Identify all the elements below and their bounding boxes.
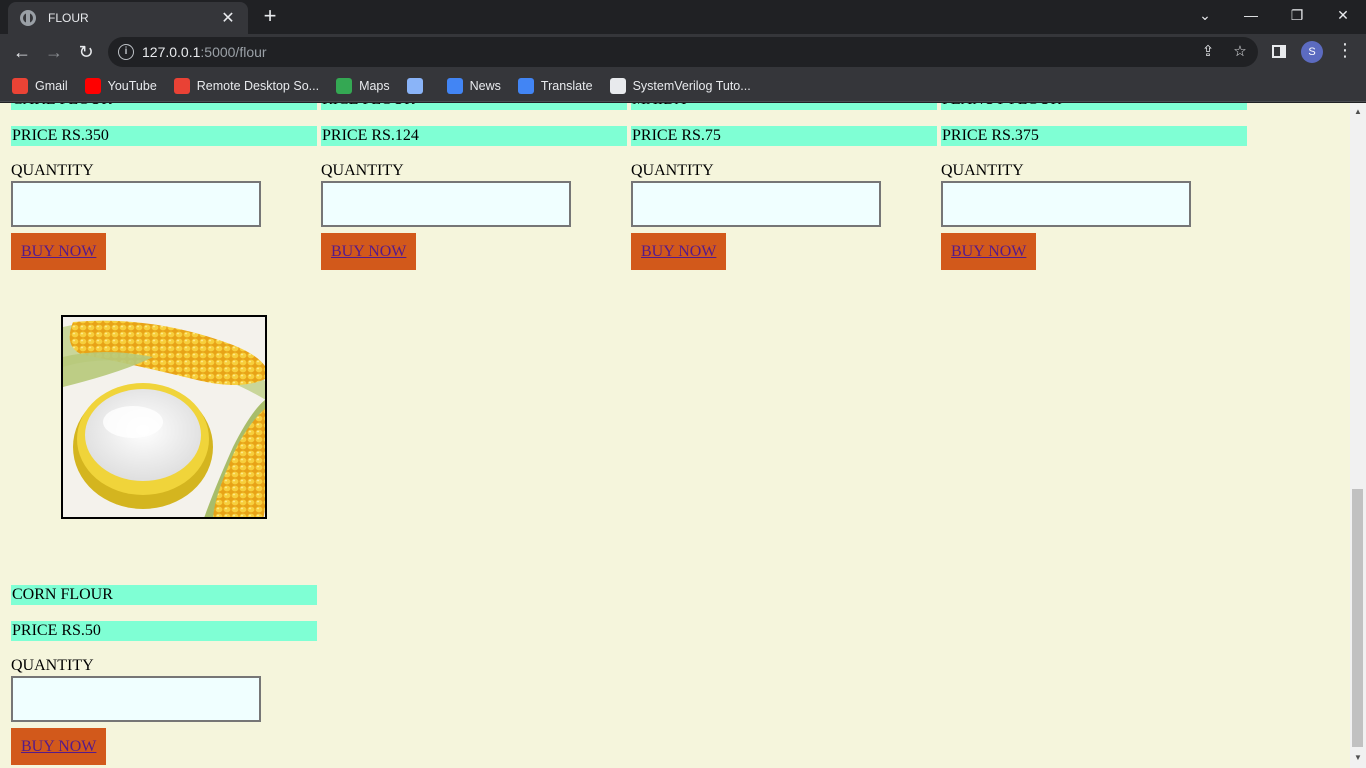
cake-flour-price: PRICE RS.350 [11,126,317,146]
maida-name: MAIDA [631,103,937,110]
rice-flour-quantity-label: QUANTITY [321,162,404,179]
rice-flour-buy-now-button[interactable]: BUY NOW [321,233,417,270]
scroll-up-icon[interactable]: ▲ [1354,107,1362,116]
bookmark-star-icon[interactable]: ☆ [1230,42,1250,60]
bookmark-item[interactable]: YouTube [84,77,157,94]
scrollbar-thumb[interactable] [1352,489,1363,747]
peanut-flour-quantity-label: QUANTITY [941,162,1024,179]
share-icon[interactable]: ⇪ [1198,42,1218,60]
forward-icon[interactable]: → [42,40,66,64]
profile-avatar[interactable]: S [1301,41,1323,63]
bookmark-label: Remote Desktop So... [196,78,320,93]
peanut-flour-name: PEANUT FLOUR [941,103,1247,110]
corn-flour-price: PRICE RS.50 [11,621,317,641]
corn-flour-name: CORN FLOUR [11,585,317,605]
browser-toolbar: ← → ↻ i 127.0.0.1:5000/flour ⇪ ☆ S ⋮ [0,34,1366,70]
corn-flour-image [61,315,267,519]
gmail-icon [12,77,28,94]
url-host: 127.0.0.1 [142,44,201,60]
bookmark-app-icon [406,77,423,94]
corn-flour-buy-now-button[interactable]: BUY NOW [11,728,107,765]
url-path: :5000/flour [200,44,267,60]
chip-icon [609,77,626,94]
address-bar[interactable]: i 127.0.0.1:5000/flour ⇪ ☆ [108,37,1258,67]
tab-search-icon[interactable]: ⌄ [1190,4,1220,28]
restore-icon[interactable]: ❐ [1282,4,1312,28]
rice-flour-price: PRICE RS.124 [321,126,627,146]
cake-flour-quantity-input[interactable] [11,181,261,227]
maida-buy-now-button[interactable]: BUY NOW [631,233,727,270]
close-window-icon[interactable]: ✕ [1328,4,1358,28]
news-icon [446,77,463,94]
bookmark-item[interactable]: News [446,77,501,94]
peanut-flour-quantity-input[interactable] [941,181,1191,227]
maida-quantity-label: QUANTITY [631,162,714,179]
back-icon[interactable]: ← [10,40,34,64]
rice-flour-name: RICE FLOUR [321,103,627,110]
translate-icon [517,77,534,94]
maida-quantity-input[interactable] [631,181,881,227]
remote-desktop-icon [173,77,190,94]
close-tab-icon[interactable]: ✕ [218,8,238,28]
rice-flour-quantity-input[interactable] [321,181,571,227]
minimize-icon[interactable]: — [1236,4,1266,28]
corn-flour-illustration [63,317,265,517]
peanut-flour-buy-now-button[interactable]: BUY NOW [941,233,1037,270]
url-text[interactable]: 127.0.0.1:5000/flour [142,44,267,60]
bookmark-label: Maps [359,78,390,93]
cake-flour-quantity-label: QUANTITY [11,162,94,179]
maida-price: PRICE RS.75 [631,126,937,146]
bookmark-label: News [469,78,501,93]
bookmark-item[interactable]: Remote Desktop So... [173,77,320,94]
bookmark-item[interactable] [406,77,430,94]
scroll-down-icon[interactable]: ▼ [1354,753,1362,762]
vertical-scrollbar[interactable]: ▲ ▼ [1350,103,1366,768]
bookmark-item[interactable]: SystemVerilog Tuto... [609,77,751,94]
bookmark-item[interactable]: Gmail [12,77,68,94]
tab-title: FLOUR [48,11,89,25]
new-tab-icon[interactable]: + [258,5,282,29]
bookmarks-bar: Gmail YouTube Remote Desktop So... Maps News… [0,70,1366,102]
side-panel-icon[interactable] [1272,45,1286,58]
bookmark-label: SystemVerilog Tuto... [632,78,751,93]
cake-flour-buy-now-button[interactable]: BUY NOW [11,233,107,270]
peanut-flour-price: PRICE RS.375 [941,126,1247,146]
menu-icon[interactable]: ⋮ [1336,40,1354,61]
bookmark-item[interactable]: Translate [517,77,593,94]
globe-icon [20,10,36,26]
bookmark-label: Gmail [35,78,68,93]
browser-tab[interactable]: FLOUR ✕ [8,2,248,34]
bookmark-label: YouTube [107,78,157,93]
site-info-icon[interactable]: i [118,44,134,60]
bookmark-label: Translate [540,78,593,93]
bookmark-item[interactable]: Maps [336,77,390,94]
browser-titlebar: FLOUR ✕ + ⌄ — ❐ ✕ [0,0,1366,34]
page-viewport: CAKE FLOURPRICE RS.350QUANTITYBUY NOWRIC… [0,103,1350,768]
corn-flour-quantity-input[interactable] [11,676,261,722]
maps-icon [336,77,353,94]
youtube-icon [84,77,101,94]
reload-icon[interactable]: ↻ [74,40,98,64]
corn-flour-quantity-label: QUANTITY [11,657,94,674]
cake-flour-name: CAKE FLOUR [11,103,317,110]
